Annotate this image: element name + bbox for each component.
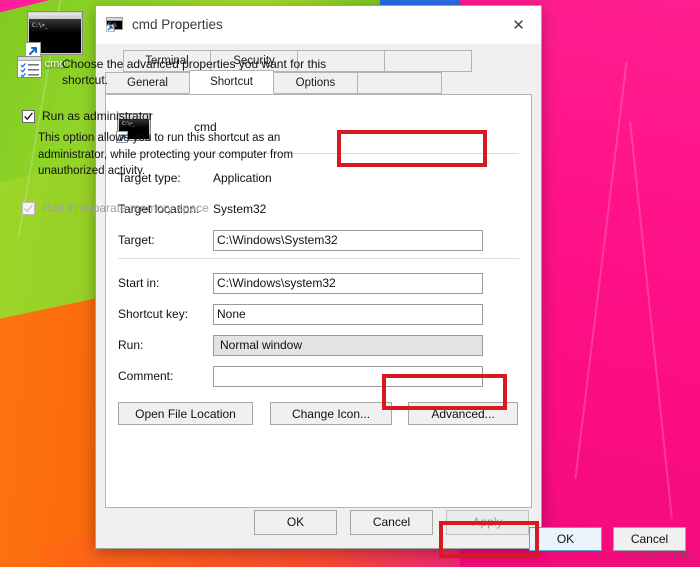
close-icon[interactable]: ✕ (496, 6, 541, 44)
label-shortcut-key: Shortcut key: (118, 307, 189, 321)
properties-list-icon (17, 56, 42, 78)
field-row-target: Target: C:\Windows\System32 (118, 226, 519, 254)
run-as-administrator-checkbox[interactable] (22, 109, 35, 123)
advanced-intro-row: Choose the advanced properties you want … (17, 54, 358, 88)
tab-row-upper-overflow-2[interactable] (384, 50, 472, 72)
field-row-run: Run: Normal window (118, 331, 519, 359)
advanced-cancel-button[interactable]: Cancel (613, 527, 686, 551)
run-in-separate-memory-checkbox (22, 201, 35, 215)
tab-shortcut[interactable]: Shortcut (189, 70, 274, 94)
label-run: Run: (118, 338, 144, 352)
label-comment: Comment: (118, 369, 174, 383)
cmd-icon: C:\ (106, 17, 123, 32)
start-in-input[interactable]: C:\Windows\system32 (213, 272, 483, 294)
advanced-dialog-body: Choose the advanced properties you want … (1, 40, 376, 215)
target-input[interactable]: C:\Windows\System32 (213, 229, 483, 251)
field-row-shortcut-key: Shortcut key: None (118, 300, 519, 328)
run-as-administrator-label: Run as administrator (42, 109, 153, 124)
shortcut-action-buttons: Open File Location Change Icon... Advanc… (118, 402, 519, 425)
run-in-separate-memory-row: Run in separate memory space (22, 201, 358, 215)
label-start-in: Start in: (118, 276, 160, 290)
divider-middle (118, 258, 519, 259)
run-as-administrator-description: This option allows you to run this short… (38, 132, 294, 177)
comment-input[interactable] (213, 365, 483, 387)
advanced-button[interactable]: Advanced... (408, 402, 518, 425)
run-dropdown[interactable]: Normal window (213, 334, 483, 356)
run-as-administrator-row[interactable]: Run as administrator (22, 109, 358, 123)
shortcut-key-input[interactable]: None (213, 303, 483, 325)
advanced-dialog-footer: OK Cancel (0, 511, 700, 567)
field-row-start-in: Start in: C:\Windows\system32 (118, 269, 519, 297)
properties-window-title: cmd Properties (132, 17, 223, 32)
open-file-location-button[interactable]: Open File Location (118, 402, 253, 425)
field-row-comment: Comment: (118, 362, 519, 390)
label-target: Target: (118, 233, 155, 247)
run-in-separate-memory-label: Run in separate memory space (42, 201, 209, 216)
advanced-ok-button[interactable]: OK (529, 527, 602, 551)
change-icon-button[interactable]: Change Icon... (270, 402, 392, 425)
properties-titlebar[interactable]: C:\ cmd Properties ✕ (96, 6, 541, 44)
